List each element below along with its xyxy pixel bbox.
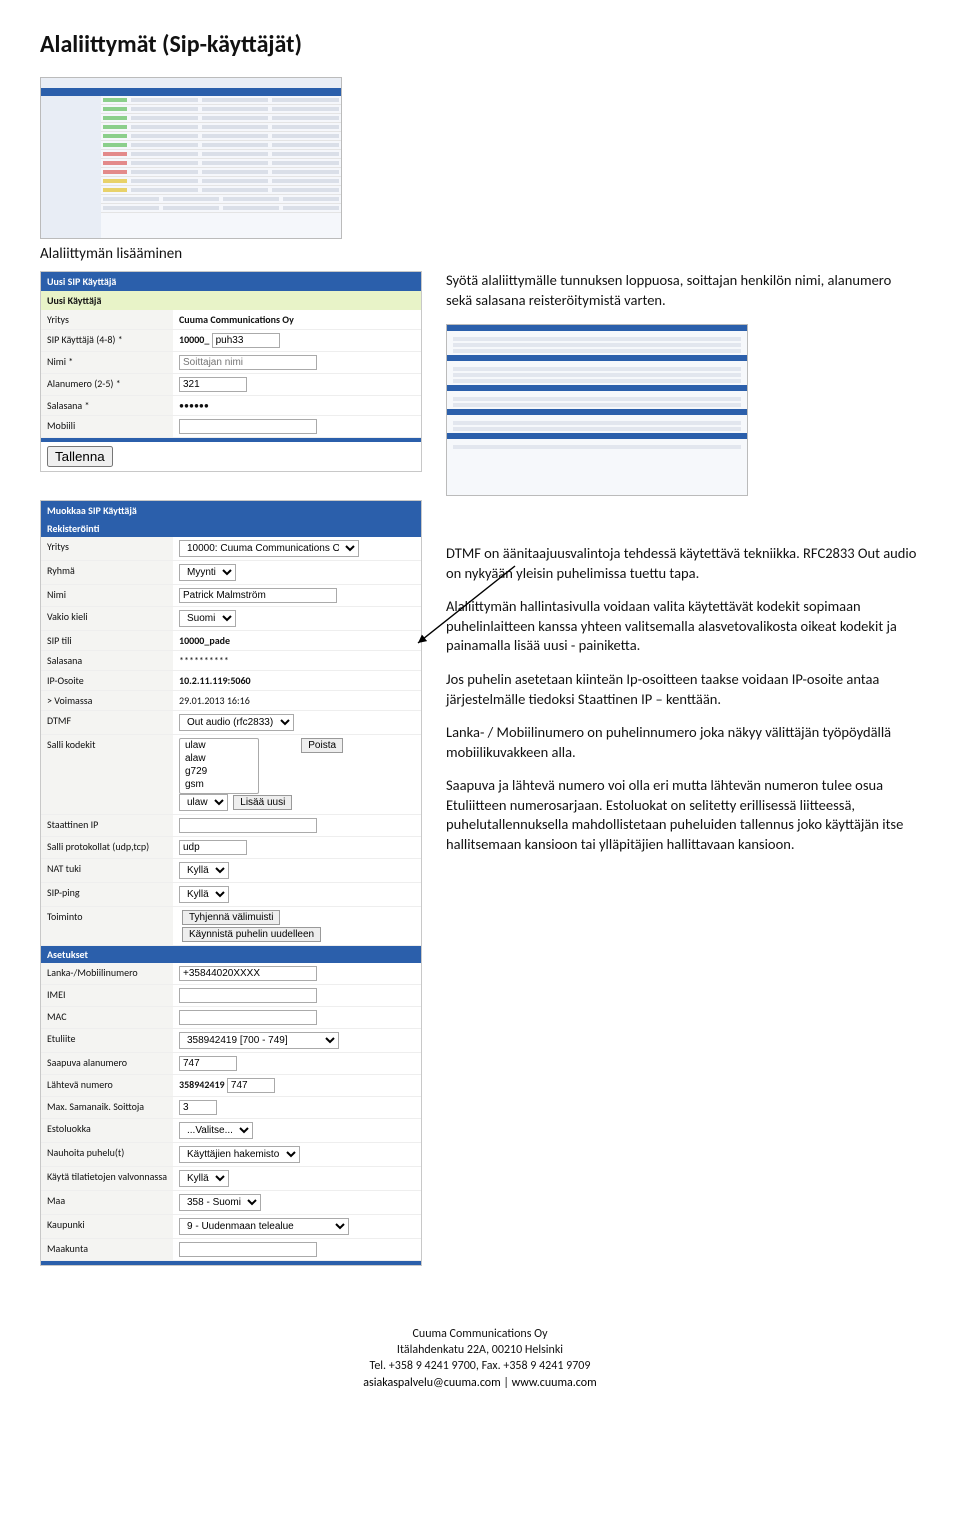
select-kieli[interactable]: Suomi	[179, 610, 236, 627]
label-maa: Maa	[41, 1191, 173, 1214]
input-lahteva[interactable]	[227, 1078, 275, 1093]
lahteva-prefix: 358942419	[179, 1078, 225, 1091]
input-staattinen-ip[interactable]	[179, 818, 317, 833]
input-saapuva[interactable]	[179, 1056, 237, 1071]
input-nimi2[interactable]	[179, 588, 337, 603]
select-dtmf[interactable]: Out audio (rfc2833)	[179, 714, 294, 731]
label-lanka: Lanka-/Mobiilinumero	[41, 963, 173, 984]
label-yritys2: Yritys	[41, 537, 173, 560]
screenshot-thumbnail-top	[40, 77, 342, 239]
select-ryhma[interactable]: Myynti	[179, 564, 236, 581]
footer-company: Cuuma Communications Oy	[40, 1326, 920, 1342]
label-kaupunki: Kaupunki	[41, 1215, 173, 1238]
select-maa[interactable]: 358 - Suomi	[179, 1194, 261, 1211]
select-etuliite[interactable]: 358942419 [700 - 749]	[179, 1032, 339, 1049]
label-voimassa: > Voimassa	[41, 691, 173, 710]
label-saapuva: Saapuva alanumero	[41, 1053, 173, 1074]
input-nimi[interactable]	[179, 355, 317, 370]
label-nimi: Nimi *	[41, 352, 173, 373]
select-tilatieto[interactable]: Kyllä	[179, 1170, 229, 1187]
select-esto[interactable]: ...Valitse...	[179, 1122, 253, 1139]
form2-sub: Rekisteröinti	[41, 520, 421, 537]
label-tilatieto: Käytä tilatietojen valvonnassa	[41, 1167, 173, 1190]
label-mac: MAC	[41, 1007, 173, 1028]
list-kodekit[interactable]: ulawalawg729gsm	[179, 738, 259, 794]
form-edit-sip-user: Muokkaa SIP Käyttäjä Rekisteröinti Yrity…	[40, 500, 422, 1266]
label-maakunta: Maakunta	[41, 1239, 173, 1260]
input-imei[interactable]	[179, 988, 317, 1003]
label-imei: IMEI	[41, 985, 173, 1006]
label-lahteva: Lähtevä numero	[41, 1075, 173, 1096]
select-nat[interactable]: Kyllä	[179, 862, 229, 879]
body-p5: Saapuva ja lähtevä numero voi olla eri m…	[446, 776, 920, 854]
section-subtitle: Alaliittymän lisääminen	[40, 245, 920, 263]
label-nauhoita: Nauhoita puhelu(t)	[41, 1143, 173, 1166]
input-max[interactable]	[179, 1100, 217, 1115]
form2-header: Muokkaa SIP Käyttäjä	[41, 501, 421, 520]
value-yritys: Cuuma Communications Oy	[173, 310, 421, 329]
body-p1: DTMF on äänitaajuusvalintoja tehdessä kä…	[446, 544, 920, 583]
value-voimassa: 29.01.2013 16:16	[173, 691, 421, 710]
select-nauhoita[interactable]: Käyttäjien hakemisto	[179, 1146, 300, 1163]
form1-sub: Uusi Käyttäjä	[41, 291, 421, 310]
label-etuliite: Etuliite	[41, 1029, 173, 1052]
asetukset-header: Asetukset	[41, 946, 421, 963]
input-alanumero[interactable]	[179, 377, 247, 392]
body-p4: Lanka- / Mobiilinumero on puhelinnumero …	[446, 723, 920, 762]
label-alanumero: Alanumero (2-5) *	[41, 374, 173, 395]
body-p2: Alaliittymän hallintasivulla voidaan val…	[446, 597, 920, 656]
button-tallenna[interactable]: Tallenna	[47, 446, 113, 467]
footer-sep: |	[501, 1376, 512, 1390]
intro-text: Syötä alaliittymälle tunnuksen loppuosa,…	[446, 271, 920, 310]
label-sal2: Salasana	[41, 651, 173, 670]
label-nat: NAT tuki	[41, 859, 173, 882]
select-kaupunki[interactable]: 9 - Uudenmaan telealue	[179, 1218, 349, 1235]
select-add-codec[interactable]: ulaw	[179, 794, 228, 811]
label-proto: Salli protokollat (udp,tcp)	[41, 837, 173, 858]
form-new-sip-user: Uusi SIP Käyttäjä Uusi Käyttäjä YritysCu…	[40, 271, 422, 472]
footer-address: Itälahdenkatu 22A, 00210 Helsinki	[40, 1342, 920, 1358]
input-mobiili[interactable]	[179, 419, 317, 434]
input-lanka[interactable]	[179, 966, 317, 981]
select-sipping[interactable]: Kyllä	[179, 886, 229, 903]
button-poista[interactable]: Poista	[301, 738, 343, 753]
footer-phone: Tel. +358 9 4241 9700, Fax. +358 9 4241 …	[40, 1358, 920, 1374]
label-kodekit: Salli kodekit	[41, 735, 173, 814]
footer-email[interactable]: asiakaspalvelu@cuuma.com	[363, 1376, 500, 1390]
value-salasana: ••••••	[179, 399, 209, 412]
value-ip: 10.2.11.119:5060	[173, 671, 421, 690]
body-p3: Jos puhelin asetetaan kiinteän Ip-osoitt…	[446, 670, 920, 709]
footer-web[interactable]: www.cuuma.com	[512, 1376, 597, 1390]
label-dtmf: DTMF	[41, 711, 173, 734]
page-title: Alaliittymät (Sip-käyttäjät)	[40, 30, 920, 59]
label-siptili: SIP tili	[41, 631, 173, 650]
input-mac[interactable]	[179, 1010, 317, 1025]
label-staattinen-ip: Staattinen IP	[41, 815, 173, 836]
form1-header: Uusi SIP Käyttäjä	[41, 272, 421, 291]
screenshot-thumbnail-right	[446, 324, 748, 496]
button-tyhjenna[interactable]: Tyhjennä välimuisti	[182, 910, 280, 925]
input-sip-user[interactable]	[212, 333, 280, 348]
label-nimi2: Nimi	[41, 585, 173, 606]
label-kieli: Vakio kieli	[41, 607, 173, 630]
label-max: Max. Samanaik. Soittoja	[41, 1097, 173, 1118]
select-yritys[interactable]: 10000: Cuuma Communications Oy	[179, 540, 359, 557]
button-kaynnista[interactable]: Käynnistä puhelin uudelleen	[182, 927, 321, 942]
label-mobiili: Mobiili	[41, 416, 173, 437]
label-ryhma: Ryhmä	[41, 561, 173, 584]
input-maakunta[interactable]	[179, 1242, 317, 1257]
label-ip: IP-Osoite	[41, 671, 173, 690]
label-toiminto: Toiminto	[41, 907, 173, 945]
label-esto: Estoluokka	[41, 1119, 173, 1142]
input-proto[interactable]	[179, 840, 247, 855]
label-salasana: Salasana *	[41, 396, 173, 415]
value-sal2: **********	[173, 651, 421, 670]
label-yritys: Yritys	[41, 310, 173, 329]
button-lisaa-uusi[interactable]: Lisää uusi	[233, 795, 292, 810]
footer: Cuuma Communications Oy Itälahdenkatu 22…	[40, 1326, 920, 1391]
label-sip-user: SIP Käyttäjä (4-8) *	[41, 330, 173, 351]
label-sipping: SIP-ping	[41, 883, 173, 906]
value-siptili: 10000_pade	[173, 631, 421, 650]
sip-prefix: 10000_	[179, 333, 209, 346]
